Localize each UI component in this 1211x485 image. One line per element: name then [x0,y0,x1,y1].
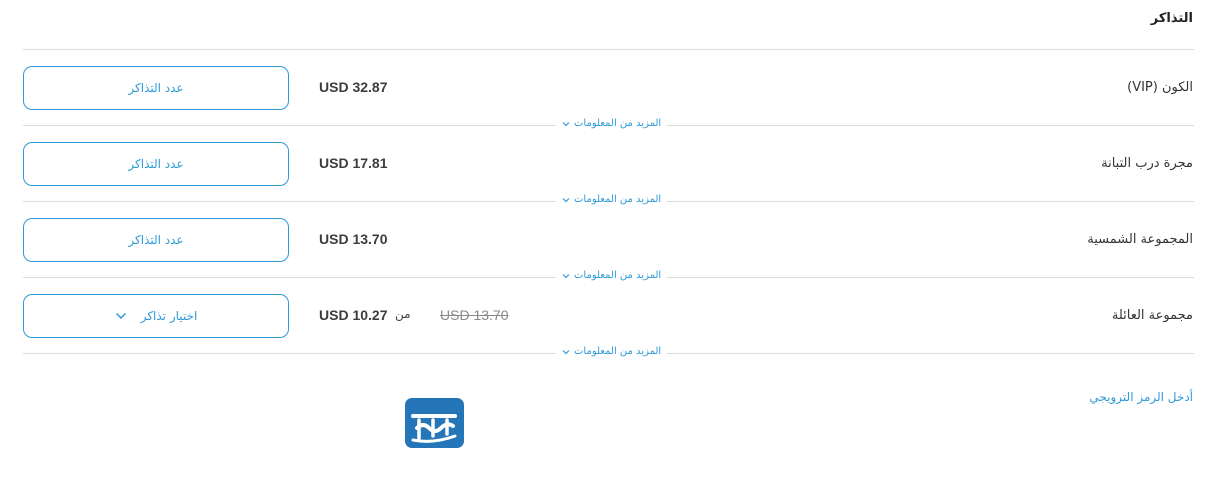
ticket-price: USD 32.87 [319,79,388,95]
more-info-link[interactable]: المزيد من المعلومات [556,194,668,205]
ticket-quantity-label: عدد التذاكر [128,157,184,171]
more-info-link[interactable]: المزيد من المعلومات [556,346,668,357]
select-tickets-dropdown[interactable]: اختيار تذاكر [23,294,289,338]
more-info-label: المزيد من المعلومات [574,118,662,129]
ticket-name: مجموعة العائلة [1111,308,1193,323]
chevron-down-icon [562,121,570,127]
ticket-name: الكون (VIP) [1127,80,1193,95]
more-info-link[interactable]: المزيد من المعلومات [556,270,668,281]
original-price: USD 13.70 [440,307,509,323]
more-info-label: المزيد من المعلومات [574,194,662,205]
ticket-quantity-button[interactable]: عدد التذاكر [23,142,289,186]
from-label: من [395,307,411,321]
ticket-row: الكون (VIP) USD 32.87 عدد التذاكر [0,66,1211,110]
ticket-quantity-button[interactable]: عدد التذاكر [23,218,289,262]
header-divider [23,49,1194,50]
ticket-quantity-button[interactable]: عدد التذاكر [23,66,289,110]
promo-code-link[interactable]: أدخل الرمز الترويجي [1089,390,1193,404]
ticket-name: مجرة درب التبانة [1101,156,1193,171]
page-title: التذاكر [1150,11,1193,26]
more-info-label: المزيد من المعلومات [574,346,662,357]
ticket-quantity-label: عدد التذاكر [128,81,184,95]
ticket-row: مجموعة العائلة USD 13.70 من USD 10.27 اخ… [0,294,1211,338]
ticket-price: USD 17.81 [319,155,388,171]
chevron-down-icon [562,197,570,203]
select-tickets-label: اختيار تذاكر [140,309,198,323]
ticket-name: المجموعة الشمسية [1087,232,1193,247]
more-info-label: المزيد من المعلومات [574,270,662,281]
ticket-price: USD 13.70 [319,231,388,247]
chevron-down-icon [562,273,570,279]
chevron-down-icon [115,312,127,320]
almarj3-logo [405,398,464,448]
ticket-price: USD 10.27 [319,307,388,323]
more-info-link[interactable]: المزيد من المعلومات [556,118,668,129]
ticket-row: مجرة درب التبانة USD 17.81 عدد التذاكر [0,142,1211,186]
ticket-row: المجموعة الشمسية USD 13.70 عدد التذاكر [0,218,1211,262]
chevron-down-icon [562,349,570,355]
ticket-quantity-label: عدد التذاكر [128,233,184,247]
logo-mark-icon [411,414,457,443]
